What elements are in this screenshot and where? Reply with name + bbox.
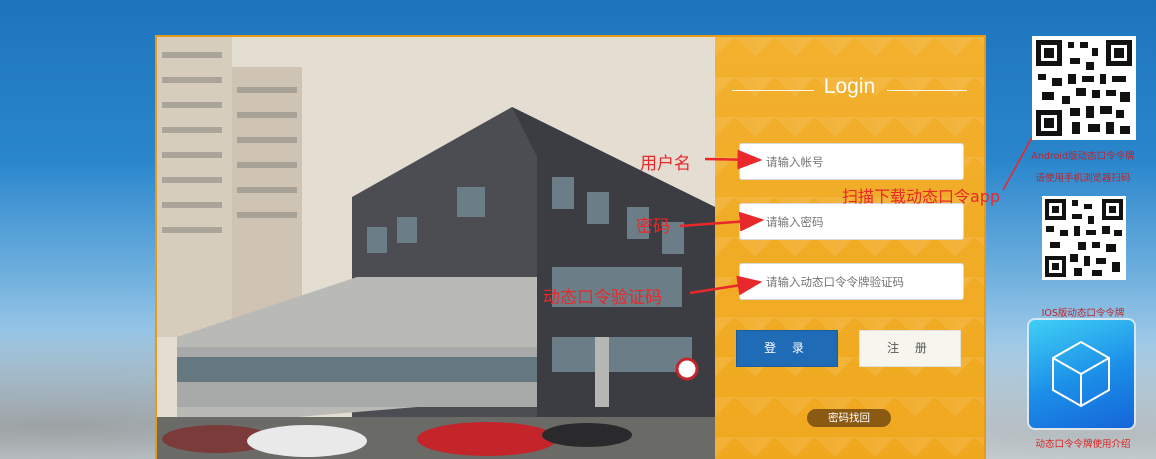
android-qr-code[interactable] bbox=[1032, 36, 1136, 140]
ios-qr-caption: IOS版动态口令令牌 bbox=[1041, 308, 1125, 319]
ios-qr-code[interactable] bbox=[1042, 196, 1126, 280]
android-qr-hint: 请使用手机浏览器扫码 bbox=[1035, 173, 1131, 184]
token-guide-caption: 动态口令令牌使用介绍 bbox=[1035, 439, 1131, 450]
token-annotation: 动态口令验证码 bbox=[543, 288, 662, 308]
token-app-guide-tile[interactable] bbox=[1029, 320, 1134, 428]
username-annotation: 用户名 bbox=[640, 154, 691, 174]
app-download-sidebar: Android版动态口令令牌 请使用手机浏览器扫码 IOS版动态口令令牌 动态口… bbox=[1010, 0, 1156, 459]
scan-annotation: 扫描下载动态口令app bbox=[842, 187, 1001, 206]
username-arrow bbox=[704, 149, 763, 170]
cube-icon bbox=[1052, 340, 1110, 408]
android-qr-caption: Android版动态口令令牌 bbox=[1031, 151, 1135, 162]
password-arrow bbox=[679, 211, 765, 232]
password-annotation: 密码 bbox=[636, 217, 670, 237]
annotation-arrows bbox=[679, 110, 1047, 296]
token-arrow bbox=[689, 275, 763, 296]
